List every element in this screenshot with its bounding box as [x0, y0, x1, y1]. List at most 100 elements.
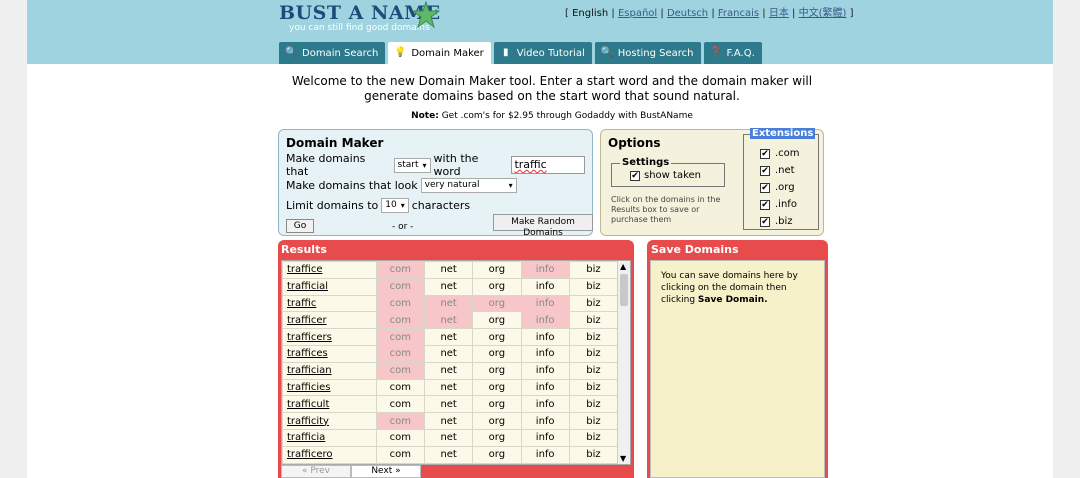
tld-cell-info[interactable]: info	[520, 294, 570, 313]
tab-domain-search[interactable]: 🔍 Domain Search	[279, 42, 386, 64]
tld-cell-net[interactable]: net	[424, 378, 474, 397]
tld-cell-info[interactable]: info	[520, 344, 570, 363]
tld-cell-info[interactable]: info	[520, 261, 570, 279]
tld-cell-biz[interactable]: biz	[568, 311, 619, 330]
domain-name-link[interactable]: trafficity	[282, 412, 377, 430]
extension-checkbox[interactable]: ✔	[760, 148, 770, 159]
results-scroll-area[interactable]: traffice com net org info biz trafficial com net…	[281, 260, 631, 465]
make-random-domains-button[interactable]: Make Random Domains	[493, 214, 593, 238]
lang-link-zh[interactable]: 中文(繁體)	[799, 8, 847, 19]
tld-cell-net[interactable]: net	[424, 328, 474, 346]
tld-cell-org[interactable]: org	[472, 445, 522, 464]
results-scrollbar[interactable]: ▲ ▼	[617, 261, 630, 464]
lang-link-de[interactable]: Deutsch	[667, 8, 708, 19]
tab-domain-maker[interactable]: 💡 Domain Maker	[388, 42, 491, 64]
limit-select[interactable]: 10 ▾	[381, 197, 409, 213]
tld-cell-biz[interactable]: biz	[568, 328, 619, 346]
position-select[interactable]: start ▾	[393, 157, 431, 173]
tld-cell-com[interactable]: com	[375, 261, 426, 279]
next-page-button[interactable]: Next »	[351, 465, 421, 478]
domain-name-link[interactable]: trafficult	[282, 395, 377, 414]
look-select[interactable]: very natural ▾	[420, 177, 517, 193]
extension-option[interactable]: ✔ .net	[760, 162, 800, 179]
tld-cell-biz[interactable]: biz	[568, 428, 619, 447]
tld-cell-org[interactable]: org	[472, 311, 522, 330]
tld-cell-info[interactable]: info	[520, 361, 570, 380]
tld-cell-biz[interactable]: biz	[568, 261, 619, 279]
prev-page-button[interactable]: « Prev	[281, 465, 351, 478]
tld-cell-info[interactable]: info	[520, 428, 570, 447]
tld-cell-com[interactable]: com	[375, 395, 426, 414]
tld-cell-org[interactable]: org	[472, 344, 522, 363]
tld-cell-net[interactable]: net	[424, 361, 474, 380]
extension-option[interactable]: ✔ .biz	[760, 213, 800, 230]
domain-name-link[interactable]: trafficial	[282, 277, 377, 296]
tld-cell-net[interactable]: net	[424, 294, 474, 313]
tld-cell-info[interactable]: info	[520, 412, 570, 430]
show-taken-checkbox[interactable]: ✔	[630, 170, 640, 181]
domain-name-link[interactable]: trafficies	[282, 378, 377, 397]
tld-cell-com[interactable]: com	[375, 378, 426, 397]
tld-cell-info[interactable]: info	[520, 311, 570, 330]
tld-cell-biz[interactable]: biz	[568, 412, 619, 430]
extension-checkbox[interactable]: ✔	[760, 165, 770, 176]
show-taken-option[interactable]: ✔ show taken	[630, 170, 701, 181]
lang-link-fr[interactable]: Francais	[718, 8, 759, 19]
domain-name-link[interactable]: trafficers	[282, 328, 377, 346]
tld-cell-biz[interactable]: biz	[568, 395, 619, 414]
tld-cell-net[interactable]: net	[424, 412, 474, 430]
domain-name-link[interactable]: traffician	[282, 361, 377, 380]
tld-cell-com[interactable]: com	[375, 428, 426, 447]
logo[interactable]: BUST A NAME you can still find good doma…	[279, 1, 441, 33]
domain-name-link[interactable]: trafficia	[282, 428, 377, 447]
tld-cell-org[interactable]: org	[472, 294, 522, 313]
tab-hosting-search[interactable]: 🔍 Hosting Search	[594, 42, 701, 64]
tld-cell-biz[interactable]: biz	[568, 344, 619, 363]
lang-link-es[interactable]: Español	[618, 8, 657, 19]
domain-name-link[interactable]: traffice	[282, 261, 377, 279]
tld-cell-com[interactable]: com	[375, 311, 426, 330]
lang-link-ja[interactable]: 日本	[769, 8, 789, 19]
tld-cell-net[interactable]: net	[424, 277, 474, 296]
tld-cell-org[interactable]: org	[472, 277, 522, 296]
tld-cell-biz[interactable]: biz	[568, 277, 619, 296]
tab-video-tutorial[interactable]: ▮ Video Tutorial	[493, 42, 592, 64]
extension-option[interactable]: ✔ .com	[760, 145, 800, 162]
scroll-up-arrow-icon[interactable]: ▲	[620, 262, 626, 271]
tld-cell-com[interactable]: com	[375, 412, 426, 430]
tld-cell-biz[interactable]: biz	[568, 378, 619, 397]
tab-faq[interactable]: ❓ F.A.Q.	[703, 42, 762, 64]
tld-cell-biz[interactable]: biz	[568, 445, 619, 464]
tld-cell-biz[interactable]: biz	[568, 361, 619, 380]
tld-cell-net[interactable]: net	[424, 311, 474, 330]
tld-cell-biz[interactable]: biz	[568, 294, 619, 313]
tld-cell-org[interactable]: org	[472, 412, 522, 430]
tld-cell-org[interactable]: org	[472, 428, 522, 447]
tld-cell-org[interactable]: org	[472, 361, 522, 380]
tld-cell-info[interactable]: info	[520, 378, 570, 397]
domain-name-link[interactable]: traffices	[282, 344, 377, 363]
tld-cell-info[interactable]: info	[520, 395, 570, 414]
extension-option[interactable]: ✔ .org	[760, 179, 800, 196]
tld-cell-com[interactable]: com	[375, 328, 426, 346]
tld-cell-net[interactable]: net	[424, 445, 474, 464]
scroll-down-arrow-icon[interactable]: ▼	[620, 454, 626, 463]
extension-option[interactable]: ✔ .info	[760, 196, 800, 213]
tld-cell-org[interactable]: org	[472, 395, 522, 414]
tld-cell-info[interactable]: info	[520, 328, 570, 346]
tld-cell-info[interactable]: info	[520, 277, 570, 296]
tld-cell-info[interactable]: info	[520, 445, 570, 464]
tld-cell-org[interactable]: org	[472, 378, 522, 397]
save-domains-box[interactable]: You can save domains here by clicking on…	[650, 260, 825, 478]
extension-checkbox[interactable]: ✔	[760, 216, 770, 227]
domain-name-link[interactable]: trafficer	[282, 311, 377, 330]
extension-checkbox[interactable]: ✔	[760, 199, 770, 210]
tld-cell-net[interactable]: net	[424, 344, 474, 363]
extension-checkbox[interactable]: ✔	[760, 182, 770, 193]
tld-cell-net[interactable]: net	[424, 395, 474, 414]
tld-cell-org[interactable]: org	[472, 328, 522, 346]
scrollbar-thumb[interactable]	[620, 274, 628, 306]
go-button[interactable]: Go	[286, 219, 314, 233]
tld-cell-com[interactable]: com	[375, 344, 426, 363]
tld-cell-com[interactable]: com	[375, 445, 426, 464]
